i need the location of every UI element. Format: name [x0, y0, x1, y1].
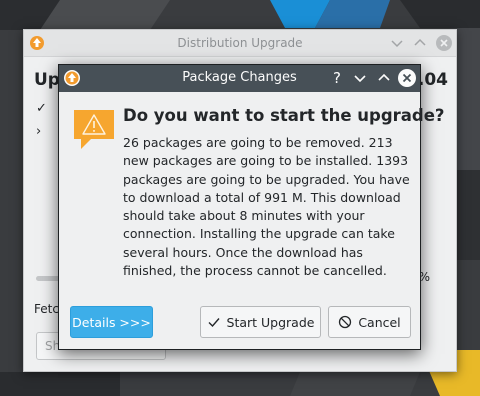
details-button-label: Details >>> — [72, 314, 151, 330]
checkmark-icon — [208, 318, 220, 328]
chevron-right-icon[interactable]: › — [36, 124, 41, 139]
background-fetch-label: Fetc — [34, 302, 59, 316]
cancel-button[interactable]: Cancel — [328, 306, 411, 338]
dialog-message: 26 packages are going to be removed. 213… — [123, 135, 410, 279]
start-upgrade-label: Start Upgrade — [226, 314, 315, 330]
chevron-down-icon[interactable] — [388, 34, 406, 52]
details-button[interactable]: Details >>> — [70, 306, 153, 338]
background-titlebar: Distribution Upgrade — [24, 30, 456, 57]
maximize-icon[interactable] — [374, 68, 394, 88]
close-icon[interactable] — [397, 68, 417, 88]
minimize-icon[interactable] — [350, 68, 370, 88]
package-changes-dialog: Package Changes ? Do you want to start t… — [58, 64, 444, 350]
help-icon[interactable]: ? — [327, 68, 347, 88]
warning-icon — [74, 110, 114, 149]
cancel-label: Cancel — [358, 314, 401, 330]
dialog-heading: Do you want to start the upgrade? — [123, 106, 445, 125]
start-upgrade-button[interactable]: Start Upgrade — [200, 306, 321, 338]
chevron-up-icon[interactable] — [411, 34, 429, 52]
close-icon[interactable] — [435, 34, 453, 52]
check-icon: ✓ — [36, 101, 47, 116]
dialog-titlebar[interactable]: Package Changes ? — [59, 65, 420, 92]
cancel-icon — [339, 315, 352, 329]
